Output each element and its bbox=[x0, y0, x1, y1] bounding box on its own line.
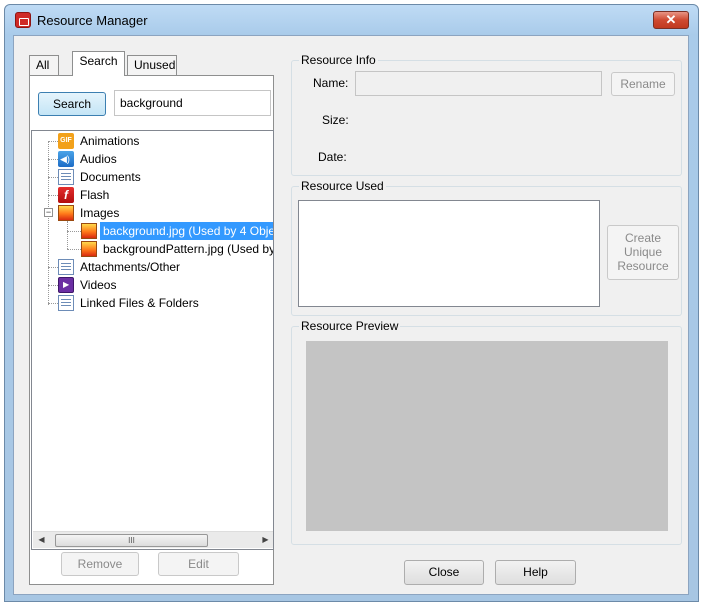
title-bar[interactable]: Resource Manager ✕ bbox=[5, 5, 698, 35]
gif-icon: GIF bbox=[58, 133, 74, 149]
resource-used-title: Resource Used bbox=[299, 179, 386, 193]
grip-icon: III bbox=[128, 536, 135, 545]
document-icon bbox=[58, 169, 74, 185]
tree-item-label: Audios bbox=[80, 152, 117, 166]
tab-all[interactable]: All bbox=[29, 55, 59, 75]
remove-button[interactable]: Remove bbox=[61, 552, 139, 576]
resource-info-title: Resource Info bbox=[299, 53, 378, 67]
tree-connector bbox=[48, 303, 58, 304]
tree-connector bbox=[48, 195, 58, 196]
tree-connector bbox=[48, 141, 58, 142]
tree-connector bbox=[67, 231, 81, 232]
search-button[interactable]: Search bbox=[38, 92, 106, 116]
video-icon bbox=[58, 277, 74, 293]
audio-icon bbox=[58, 151, 74, 167]
window-title: Resource Manager bbox=[37, 13, 148, 28]
create-unique-resource-label-line: Create bbox=[624, 231, 662, 245]
tree-connector bbox=[48, 285, 58, 286]
resource-preview-group: Resource Preview bbox=[291, 319, 682, 545]
resource-preview-area bbox=[306, 341, 668, 531]
name-field[interactable] bbox=[355, 71, 602, 96]
name-label: Name: bbox=[313, 76, 349, 90]
tree-item-label: Linked Files & Folders bbox=[80, 296, 199, 310]
tree-item-label: Images bbox=[80, 206, 120, 220]
tree-item-label: backgroundPattern.jpg (Used by bbox=[103, 242, 274, 256]
scroll-right-icon[interactable]: ▶ bbox=[257, 532, 273, 549]
help-button[interactable]: Help bbox=[495, 560, 576, 585]
tree-connector bbox=[48, 267, 58, 268]
close-icon: ✕ bbox=[665, 12, 677, 27]
scroll-left-icon[interactable]: ◀ bbox=[33, 532, 50, 549]
tree-item-label: Flash bbox=[80, 188, 110, 202]
minus-icon: − bbox=[45, 207, 52, 217]
tree-connector bbox=[67, 221, 68, 249]
search-tab-panel: Search GIF Animations bbox=[29, 75, 274, 585]
create-unique-resource-button[interactable]: Create Unique Resource bbox=[607, 225, 679, 280]
tree-item-label: Animations bbox=[80, 134, 140, 148]
document-icon bbox=[58, 295, 74, 311]
dialog-client-area: All Search Unused Search GIF bbox=[13, 35, 689, 595]
resource-used-group: Resource Used Create Unique Resource bbox=[291, 179, 682, 316]
edit-button[interactable]: Edit bbox=[158, 552, 239, 576]
scrollbar-thumb[interactable]: III bbox=[55, 534, 208, 547]
tree-connector bbox=[67, 249, 81, 250]
tree-item-label: Documents bbox=[80, 170, 141, 184]
rename-button[interactable]: Rename bbox=[611, 72, 675, 96]
tree-item-label: Attachments/Other bbox=[80, 260, 181, 274]
tree-connector bbox=[48, 159, 58, 160]
collapse-images-toggle[interactable]: − bbox=[44, 208, 53, 217]
close-button[interactable]: Close bbox=[404, 560, 484, 585]
tree-connector bbox=[48, 141, 49, 305]
image-icon bbox=[81, 241, 97, 257]
window-close-button[interactable]: ✕ bbox=[653, 11, 689, 29]
flash-icon: f bbox=[58, 187, 74, 203]
tree-item-label: Videos bbox=[80, 278, 117, 292]
search-input[interactable] bbox=[114, 90, 271, 116]
image-icon bbox=[81, 223, 97, 239]
document-icon bbox=[58, 259, 74, 275]
tree-item-label: background.jpg (Used by 4 Obje bbox=[100, 222, 273, 240]
tab-search[interactable]: Search bbox=[72, 51, 125, 76]
create-unique-resource-label-line: Resource bbox=[617, 259, 669, 273]
resource-preview-title: Resource Preview bbox=[299, 319, 401, 333]
image-icon bbox=[58, 205, 74, 221]
tab-unused[interactable]: Unused bbox=[127, 55, 177, 75]
resource-tree[interactable]: GIF Animations Audios Documents f Flash … bbox=[31, 130, 274, 550]
resource-used-list[interactable] bbox=[298, 200, 600, 307]
tree-horizontal-scrollbar[interactable]: ◀ III ▶ bbox=[33, 531, 273, 549]
app-icon bbox=[15, 12, 31, 28]
size-label: Size: bbox=[322, 113, 349, 127]
date-label: Date: bbox=[318, 150, 347, 164]
create-unique-resource-label-line: Unique bbox=[623, 245, 663, 259]
tree-connector bbox=[48, 177, 58, 178]
resource-manager-window: Resource Manager ✕ All Search Unused Sea… bbox=[4, 4, 699, 602]
